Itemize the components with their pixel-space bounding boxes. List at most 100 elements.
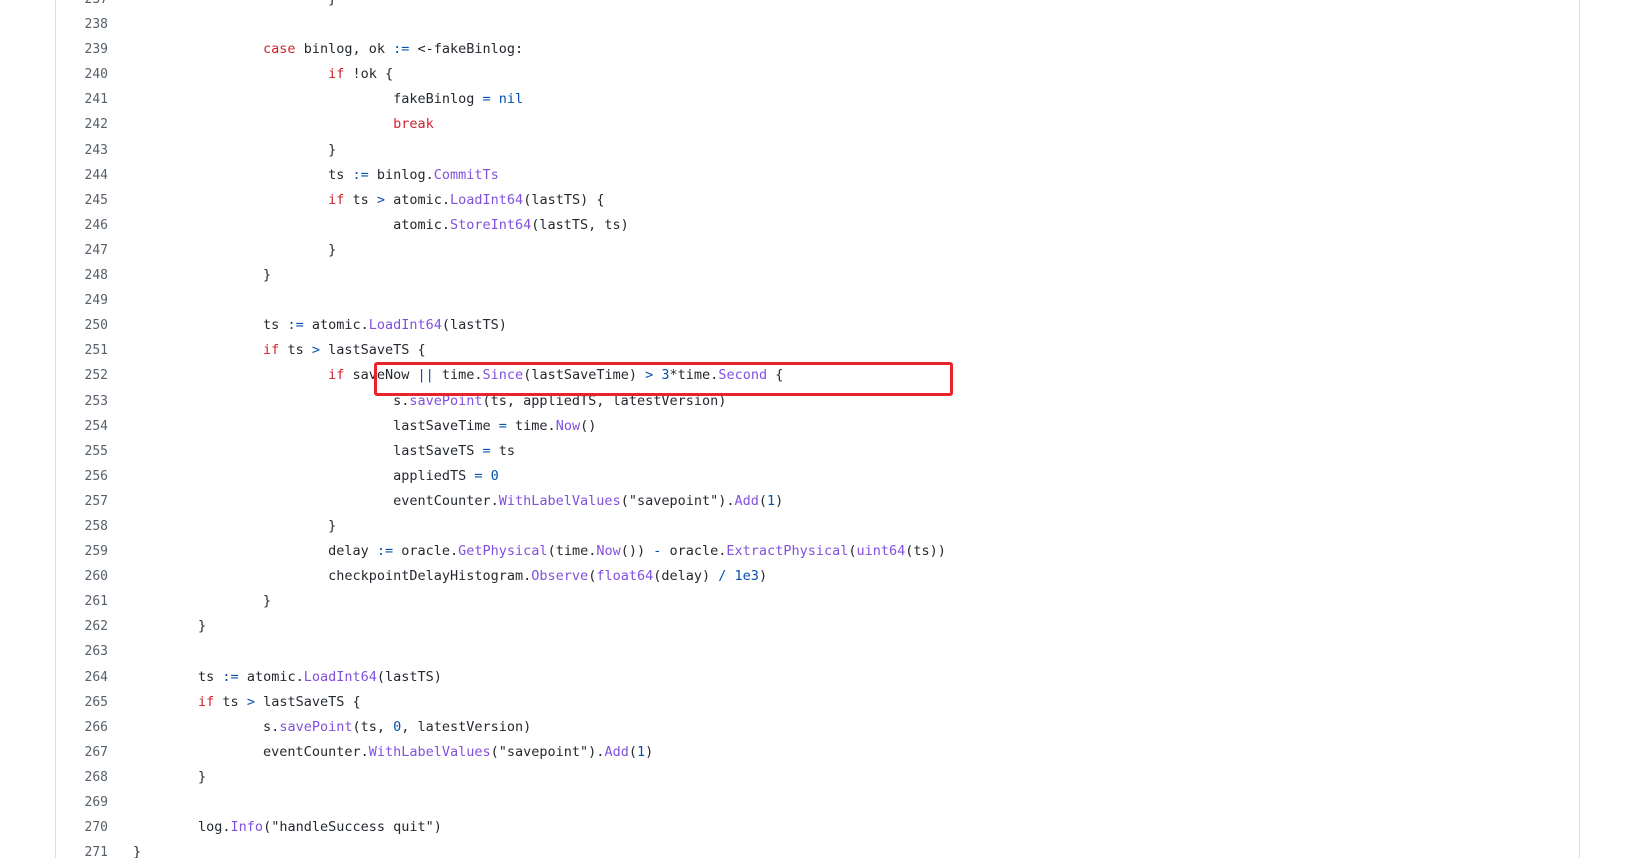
code-token: CommitTs: [433, 166, 499, 183]
code-token: (lastSaveTime): [523, 367, 646, 384]
line-number[interactable]: 238: [56, 12, 108, 37]
code-token: lastSaveTS {: [319, 342, 426, 359]
code-token: ExtractPhysical: [726, 543, 849, 560]
code-token: ts: [490, 442, 516, 459]
code-token: oracle.: [393, 543, 459, 560]
line-number[interactable]: 245: [56, 188, 108, 213]
code-token: appliedTS: [133, 467, 475, 484]
code-token: :=: [287, 317, 304, 334]
line-number[interactable]: 256: [56, 464, 108, 489]
line-number[interactable]: 270: [56, 815, 108, 840]
code-token: (ts, appliedTS, latestVersion): [482, 392, 727, 409]
line-number[interactable]: 262: [56, 614, 108, 639]
code-token: lastSaveTS: [133, 442, 483, 459]
line-number[interactable]: 248: [56, 263, 108, 288]
line-code: ts := atomic.LoadInt64(lastTS): [133, 313, 507, 338]
code-line: 251 if ts > lastSaveTS {: [56, 338, 1579, 363]
line-number[interactable]: 269: [56, 790, 108, 815]
line-code: s.savePoint(ts, 0, latestVersion): [133, 715, 531, 740]
code-line: 244 ts := binlog.CommitTs: [56, 163, 1579, 188]
code-line: 259 delay := oracle.GetPhysical(time.Now…: [56, 539, 1579, 564]
code-token: >: [311, 342, 320, 359]
code-token: =: [498, 417, 507, 434]
line-code: if ts > atomic.LoadInt64(lastTS) {: [133, 188, 604, 213]
line-code: lastSaveTime = time.Now(): [133, 414, 596, 439]
code-token: (: [628, 743, 637, 760]
code-token: Observe: [531, 568, 589, 585]
code-token: (): [580, 417, 597, 434]
line-code: }: [133, 0, 336, 12]
code-token: }: [133, 241, 337, 258]
line-number[interactable]: 265: [56, 690, 108, 715]
line-code: }: [133, 840, 141, 858]
line-number[interactable]: 249: [56, 288, 108, 313]
line-number[interactable]: 259: [56, 539, 108, 564]
code-line: 248 }: [56, 263, 1579, 288]
line-number[interactable]: 242: [56, 112, 108, 137]
code-token: checkpointDelayHistogram.: [133, 568, 532, 585]
line-code: }: [133, 765, 206, 790]
code-token: , latestVersion): [401, 718, 532, 735]
code-token: nil: [498, 91, 524, 108]
line-number[interactable]: 251: [56, 338, 108, 363]
code-token: (lastTS): [441, 317, 507, 334]
code-line: 245 if ts > atomic.LoadInt64(lastTS) {: [56, 188, 1579, 213]
code-token: Now: [555, 417, 581, 434]
code-token: case: [263, 41, 296, 58]
line-number[interactable]: 240: [56, 62, 108, 87]
code-token: }: [133, 141, 337, 158]
code-line: 271}: [56, 840, 1579, 858]
line-number[interactable]: 241: [56, 87, 108, 112]
code-line: 254 lastSaveTime = time.Now(): [56, 414, 1579, 439]
code-token: eventCounter.: [133, 492, 499, 509]
code-token: 3: [661, 367, 670, 384]
code-token: <-fakeBinlog:: [409, 41, 524, 58]
line-number[interactable]: 260: [56, 564, 108, 589]
code-token: float64: [596, 568, 654, 585]
code-line: 263: [56, 639, 1579, 664]
code-line: 249: [56, 288, 1579, 313]
code-token: lastSaveTime: [133, 417, 499, 434]
line-number[interactable]: 263: [56, 639, 108, 664]
line-number[interactable]: 237: [56, 0, 108, 12]
line-code: ts := binlog.CommitTs: [133, 163, 499, 188]
line-code: checkpointDelayHistogram.Observe(float64…: [133, 564, 767, 589]
line-code: eventCounter.WithLabelValues("savepoint"…: [133, 740, 653, 765]
code-line: 270 log.Info("handleSuccess quit"): [56, 815, 1579, 840]
code-line: 246 atomic.StoreInt64(lastTS, ts): [56, 213, 1579, 238]
code-line: 257 eventCounter.WithLabelValues("savepo…: [56, 489, 1579, 514]
code-line: 243 }: [56, 138, 1579, 163]
line-number[interactable]: 255: [56, 439, 108, 464]
line-number[interactable]: 261: [56, 589, 108, 614]
code-line: 262 }: [56, 614, 1579, 639]
line-number[interactable]: 271: [56, 840, 108, 858]
line-number[interactable]: 267: [56, 740, 108, 765]
line-number[interactable]: 268: [56, 765, 108, 790]
code-token: if: [328, 66, 345, 83]
line-number[interactable]: 257: [56, 489, 108, 514]
code-token: (delay): [653, 568, 719, 585]
code-token: =: [474, 467, 483, 484]
line-code: ts := atomic.LoadInt64(lastTS): [133, 665, 442, 690]
code-token: oracle.: [661, 543, 727, 560]
line-number[interactable]: 239: [56, 37, 108, 62]
line-number[interactable]: 244: [56, 163, 108, 188]
line-number[interactable]: 246: [56, 213, 108, 238]
line-number[interactable]: 252: [56, 363, 108, 388]
line-number[interactable]: 258: [56, 514, 108, 539]
code-token: ts: [133, 317, 288, 334]
line-number[interactable]: 264: [56, 665, 108, 690]
line-number[interactable]: 253: [56, 389, 108, 414]
line-number[interactable]: 254: [56, 414, 108, 439]
code-token: !ok {: [344, 66, 394, 83]
code-token: :=: [352, 166, 369, 183]
code-token: (lastTS) {: [523, 191, 605, 208]
line-number[interactable]: 243: [56, 138, 108, 163]
line-number[interactable]: 266: [56, 715, 108, 740]
line-number[interactable]: 250: [56, 313, 108, 338]
code-token: eventCounter.: [133, 743, 369, 760]
line-number[interactable]: 247: [56, 238, 108, 263]
code-token: delay: [133, 543, 377, 560]
